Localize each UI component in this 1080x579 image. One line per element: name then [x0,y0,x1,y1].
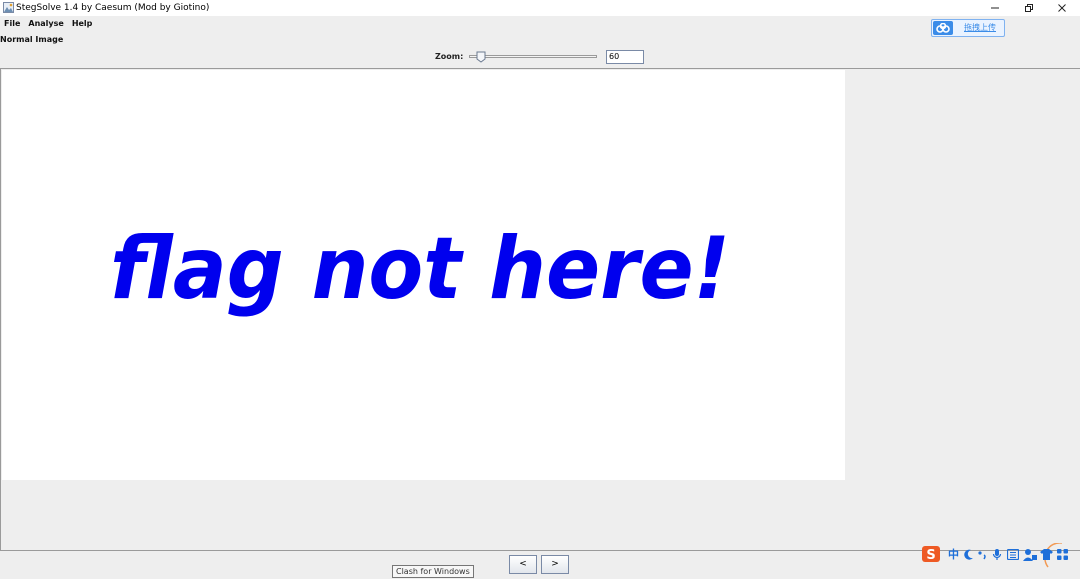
panel-title: Normal Image [0,35,64,44]
ime-chinese-icon[interactable]: 中 [948,548,959,562]
minimize-button[interactable] [980,0,1010,16]
image-canvas: flag not here! [2,70,845,480]
zoom-label: Zoom: [435,52,464,61]
menu-analyse[interactable]: Analyse [24,16,67,32]
cloud-link-icon [933,21,953,35]
restore-button[interactable] [1014,0,1044,16]
minimize-icon [991,7,999,9]
microphone-icon[interactable] [992,548,1002,562]
image-content: flag not here! [110,219,730,319]
user-icon[interactable] [1023,548,1037,561]
upload-label: 拖拽上传 [964,23,996,32]
previous-button[interactable]: < [509,555,537,574]
close-button[interactable] [1047,0,1077,16]
taskbar-tooltip: Clash for Windows [392,565,474,578]
app-icon [3,2,14,13]
image-text: flag not here! [110,219,730,319]
menu-help[interactable]: Help [68,16,97,32]
image-viewport: flag not here! [0,68,1080,551]
zoom-value-field[interactable]: 60 [606,50,644,64]
close-icon [1058,4,1066,12]
zoom-slider[interactable] [466,50,600,64]
title-bar: StegSolve 1.4 by Caesum (Mod by Giotino) [0,0,1080,16]
menu-bar: File Analyse Help [0,16,1080,32]
drag-upload-widget[interactable]: 拖拽上传 [931,19,1005,37]
svg-text:S: S [926,548,935,563]
stegsolve-window: StegSolve 1.4 by Caesum (Mod by Giotino)… [0,0,1080,579]
system-tray: S 中 [920,542,1080,569]
shirt-icon[interactable] [1040,549,1053,560]
keyboard-icon[interactable] [1007,549,1019,560]
menu-file[interactable]: File [0,16,24,32]
zoom-slider-track[interactable] [469,55,597,58]
zoom-slider-thumb[interactable] [476,51,486,63]
window-title: StegSolve 1.4 by Caesum (Mod by Giotino) [16,3,210,13]
grid-icon[interactable] [1057,549,1068,560]
next-button[interactable]: > [541,555,569,574]
punctuation-icon[interactable] [978,550,988,560]
restore-icon [1025,4,1033,12]
sogou-icon[interactable]: S [922,546,940,563]
moon-icon[interactable] [964,549,974,561]
